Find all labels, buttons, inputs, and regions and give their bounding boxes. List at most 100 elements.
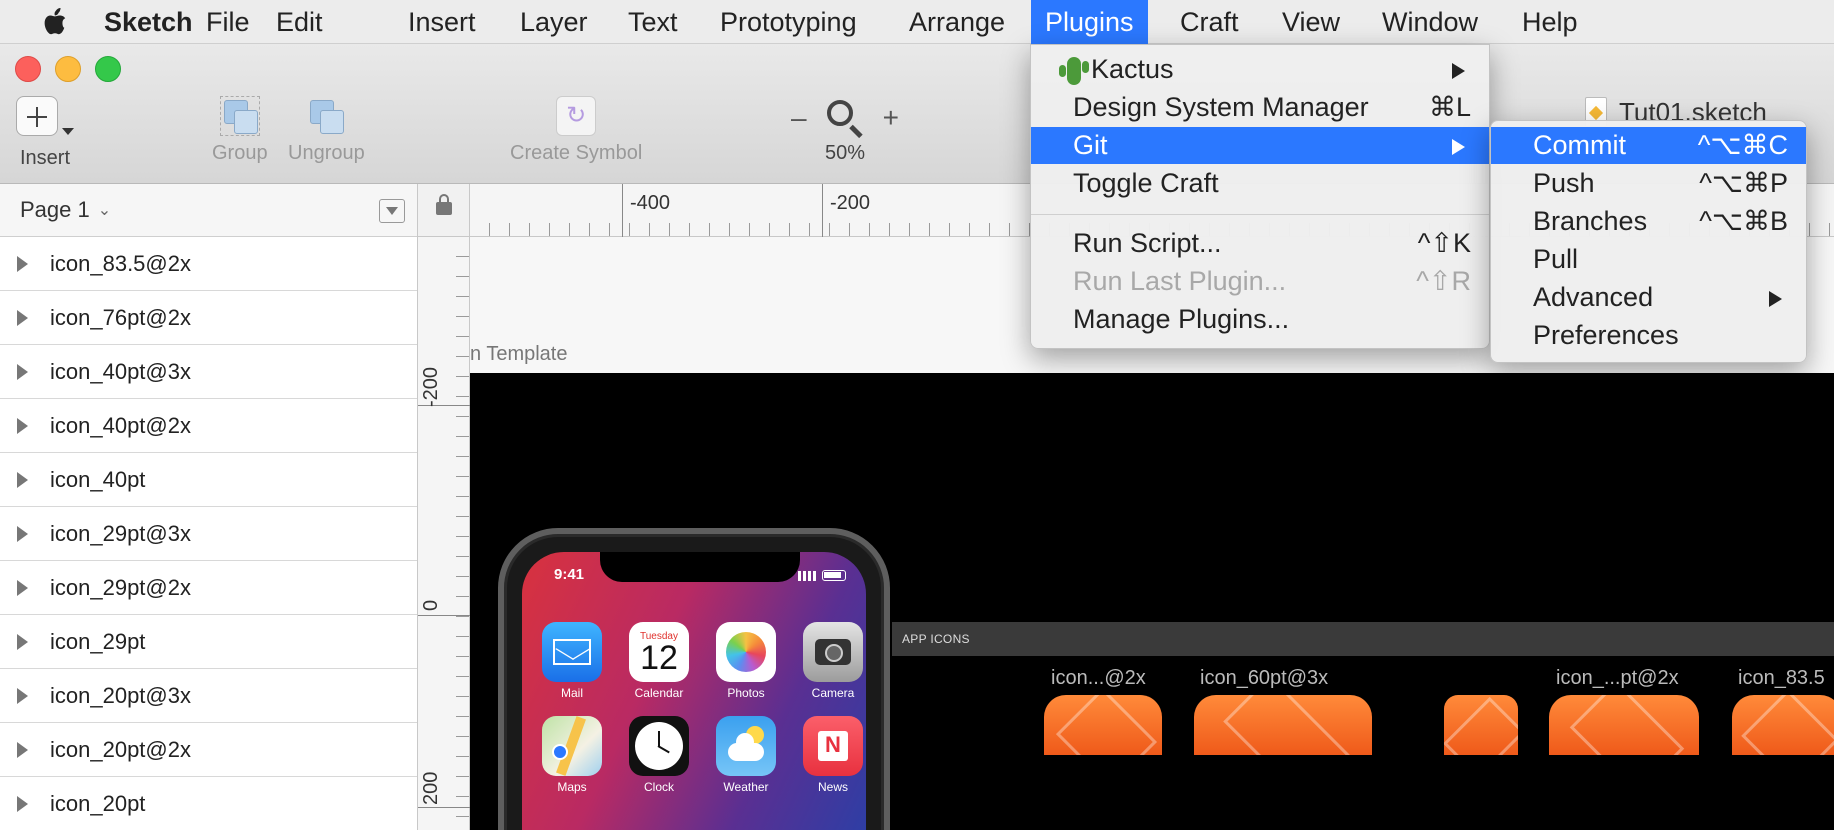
group-label: Group — [212, 142, 268, 164]
insert-button[interactable]: Insert — [16, 96, 74, 170]
menu-item-run-last-plugin: Run Last Plugin... ^⇧R — [1031, 263, 1489, 300]
layer-name: icon_29pt@3x — [50, 520, 191, 546]
ruler-label: -200 — [830, 192, 871, 214]
disclosure-triangle-icon[interactable] — [17, 525, 28, 542]
layer-row[interactable]: icon_76pt@2x — [0, 291, 417, 345]
status-time: 9:41 — [554, 566, 585, 583]
mail-icon — [542, 622, 602, 682]
app-name: Mail — [560, 686, 583, 700]
menu-text[interactable]: Text — [614, 0, 692, 44]
zoom-out-button[interactable]: – — [791, 102, 807, 134]
menu-prototyping[interactable]: Prototyping — [706, 0, 871, 44]
layer-row[interactable]: icon_20pt@3x — [0, 669, 417, 723]
disclosure-triangle-icon[interactable] — [17, 741, 28, 758]
magnifier-icon[interactable] — [825, 98, 865, 139]
maps-icon — [542, 716, 602, 776]
app-name: News — [817, 780, 848, 794]
menu-shortcut: ^⌥⌘B — [1699, 206, 1788, 236]
app-icons-group-header[interactable]: APP ICONS — [892, 622, 1834, 656]
menu-item-toggle-craft[interactable]: Toggle Craft — [1031, 165, 1489, 202]
icon-artboard-label[interactable]: icon...@2x — [1051, 667, 1146, 690]
menu-item-commit[interactable]: Commit ^⌥⌘C — [1491, 127, 1806, 164]
app-maps: Maps — [542, 716, 602, 794]
app-icon-artboard[interactable] — [1549, 695, 1699, 755]
icon-artboard-label[interactable]: icon_...pt@2x — [1556, 667, 1679, 690]
layer-row[interactable]: icon_40pt — [0, 453, 417, 507]
menu-help[interactable]: Help — [1508, 0, 1592, 44]
menu-craft[interactable]: Craft — [1166, 0, 1253, 44]
calendar-icon: Tuesday 12 — [629, 622, 689, 682]
menu-item-git[interactable]: Git — [1031, 127, 1489, 164]
app-icon-artboard[interactable] — [1444, 695, 1518, 755]
menu-item-branches[interactable]: Branches ^⌥⌘B — [1491, 203, 1806, 240]
window-close-button[interactable] — [15, 56, 41, 82]
layer-row[interactable]: icon_20pt — [0, 777, 417, 830]
menu-file[interactable]: File — [192, 0, 264, 44]
icon-artboard-label[interactable]: icon_83.5 — [1738, 667, 1825, 690]
layer-row[interactable]: icon_40pt@3x — [0, 345, 417, 399]
menu-view[interactable]: View — [1268, 0, 1354, 44]
git-submenu: Commit ^⌥⌘C Push ^⌥⌘P Branches ^⌥⌘B Pull… — [1490, 120, 1807, 363]
app-icon-artboard[interactable] — [1044, 695, 1162, 755]
menu-insert[interactable]: Insert — [394, 0, 490, 44]
menu-shortcut: ⌘L — [1428, 92, 1471, 122]
disclosure-triangle-icon[interactable] — [17, 309, 28, 326]
disclosure-triangle-icon[interactable] — [17, 579, 28, 596]
iphone-mockup[interactable]: 9:41 Mail Tuesday 12 Calendar Photos Cam… — [498, 528, 890, 830]
group-button[interactable]: Group — [212, 96, 268, 165]
layer-name: icon_20pt@3x — [50, 682, 191, 708]
menu-item-design-system-manager[interactable]: Design System Manager ⌘L — [1031, 89, 1489, 126]
disclosure-triangle-icon[interactable] — [17, 255, 28, 272]
menu-item-advanced[interactable]: Advanced — [1491, 279, 1806, 316]
menu-shortcut: ^⌥⌘P — [1699, 168, 1788, 198]
menu-plugins[interactable]: Plugins — [1031, 0, 1148, 44]
layer-name: icon_83.5@2x — [50, 250, 191, 276]
create-symbol-button[interactable]: ↻ Create Symbol — [510, 96, 642, 165]
icon-artboard-label[interactable]: icon_60pt@3x — [1200, 667, 1328, 690]
layer-row[interactable]: icon_29pt@3x — [0, 507, 417, 561]
disclosure-triangle-icon[interactable] — [17, 363, 28, 380]
menu-shortcut: ^⇧K — [1417, 228, 1471, 258]
menu-edit[interactable]: Edit — [262, 0, 337, 44]
layer-row[interactable]: icon_83.5@2x — [0, 237, 417, 291]
vertical-ruler[interactable]: -200 0 200 — [418, 237, 470, 830]
layer-name: icon_29pt@2x — [50, 574, 191, 600]
disclosure-triangle-icon[interactable] — [17, 633, 28, 650]
apple-logo-icon[interactable] — [40, 7, 68, 37]
ungroup-button[interactable]: Ungroup — [288, 96, 365, 165]
menu-item-manage-plugins[interactable]: Manage Plugins... — [1031, 301, 1489, 338]
app-icon-artboard[interactable] — [1194, 695, 1372, 755]
app-name: Calendar — [634, 686, 684, 700]
layer-row[interactable]: icon_29pt — [0, 615, 417, 669]
pages-toggle-icon[interactable] — [379, 199, 405, 223]
layer-row[interactable]: icon_29pt@2x — [0, 561, 417, 615]
menu-window[interactable]: Window — [1368, 0, 1492, 44]
menu-item-kactus[interactable]: Kactus — [1031, 51, 1489, 88]
window-zoom-button[interactable] — [95, 56, 121, 82]
layer-name: icon_40pt — [50, 466, 146, 492]
artboard-title[interactable]: n Template — [470, 343, 567, 366]
window-minimize-button[interactable] — [55, 56, 81, 82]
menu-arrange[interactable]: Arrange — [895, 0, 1019, 44]
menu-layer[interactable]: Layer — [506, 0, 602, 44]
disclosure-triangle-icon[interactable] — [17, 795, 28, 812]
zoom-in-button[interactable]: + — [883, 102, 899, 134]
ruler-lock[interactable] — [418, 184, 470, 237]
menu-item-run-script[interactable]: Run Script... ^⇧K — [1031, 225, 1489, 262]
page-selector[interactable]: Page 1 ⌄ — [0, 184, 417, 237]
app-name: Photos — [727, 686, 765, 700]
app-icon-artboard[interactable] — [1732, 695, 1834, 755]
menu-item-push[interactable]: Push ^⌥⌘P — [1491, 165, 1806, 202]
layer-row[interactable]: icon_20pt@2x — [0, 723, 417, 777]
menu-item-pull[interactable]: Pull — [1491, 241, 1806, 278]
disclosure-triangle-icon[interactable] — [17, 417, 28, 434]
menu-app-sketch[interactable]: Sketch — [90, 0, 193, 44]
disclosure-triangle-icon[interactable] — [17, 471, 28, 488]
layer-row[interactable]: icon_40pt@2x — [0, 399, 417, 453]
menu-item-preferences[interactable]: Preferences — [1491, 317, 1806, 354]
layer-name: icon_76pt@2x — [50, 304, 191, 330]
disclosure-triangle-icon[interactable] — [17, 687, 28, 704]
ruler-label: 0 — [420, 599, 442, 611]
ungroup-icon — [306, 96, 346, 136]
group-icon — [219, 96, 260, 136]
